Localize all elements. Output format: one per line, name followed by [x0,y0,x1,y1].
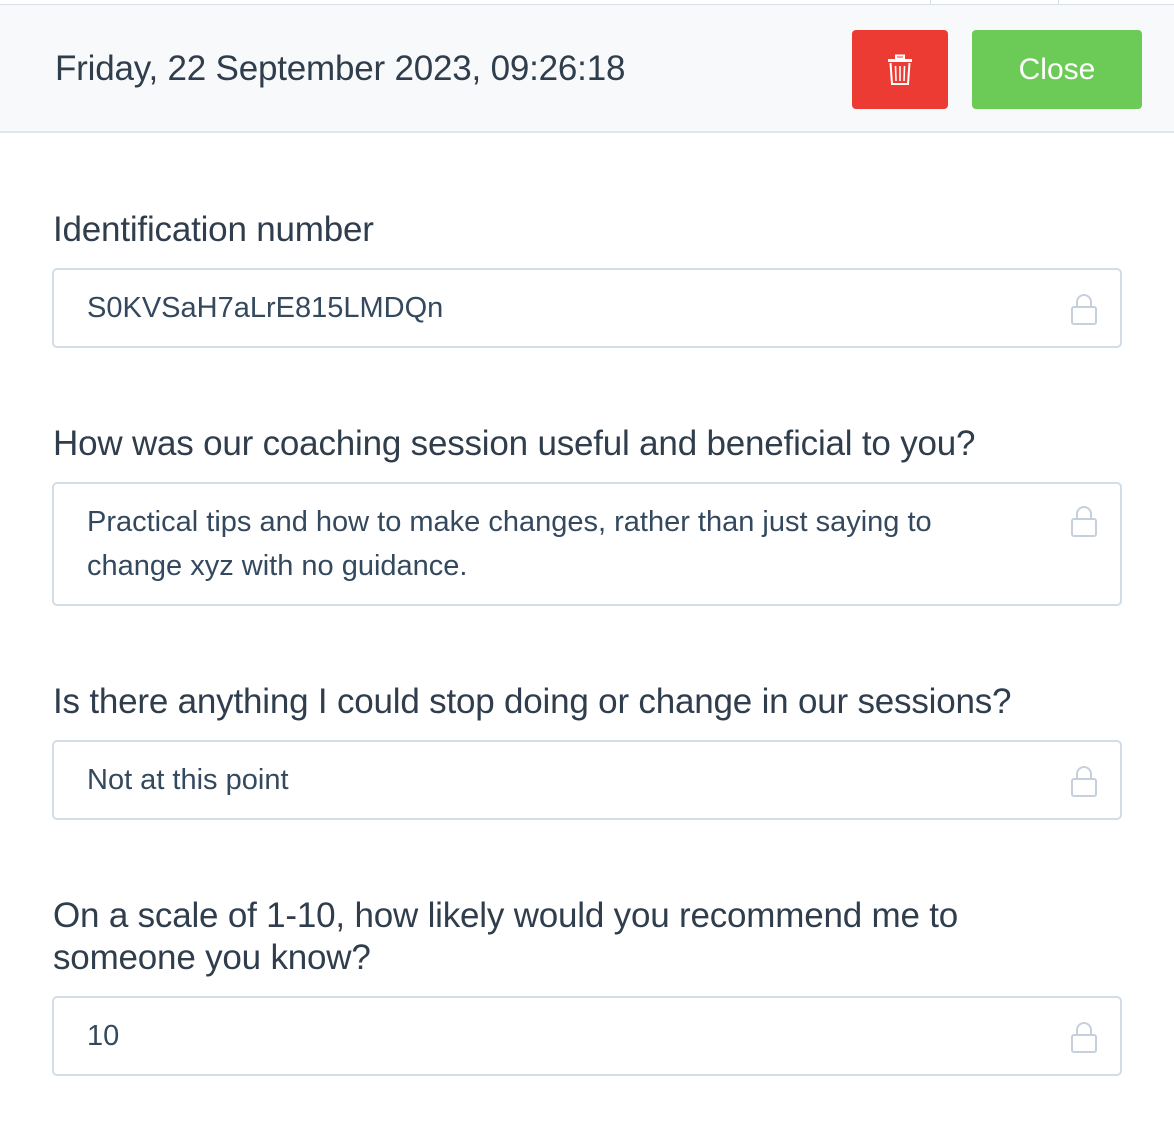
field-label-change: Is there anything I could stop doing or … [53,682,1012,721]
entry-timestamp: Friday, 22 September 2023, 09:26:18 [55,49,626,88]
field-label-useful: How was our coaching session useful and … [53,424,976,463]
field-value-recommend: 10 [87,1020,120,1052]
field-label-identification: Identification number [53,210,374,249]
trash-icon [888,54,912,85]
close-button[interactable]: Close [972,30,1142,109]
lock-icon [1071,294,1097,325]
lock-icon [1071,766,1097,797]
field-label-recommend: On a scale of 1-10, how likely would you… [53,896,959,977]
change-field: Not at this point [52,740,1122,820]
useful-field: Practical tips and how to make changes, … [52,482,1122,606]
recommend-field: 10 [52,996,1122,1076]
field-value-identification: S0KVSaH7aLrE815LMDQn [87,292,444,324]
lock-icon [1071,1022,1097,1053]
lock-icon [1071,506,1097,537]
field-value-change: Not at this point [87,764,289,796]
delete-button[interactable] [852,30,948,109]
modal-header: Friday, 22 September 2023, 09:26:18 Clos… [0,5,1174,133]
field-value-useful: Practical tips and how to make changes, … [87,506,932,582]
identification-field: S0KVSaH7aLrE815LMDQn [52,268,1122,348]
